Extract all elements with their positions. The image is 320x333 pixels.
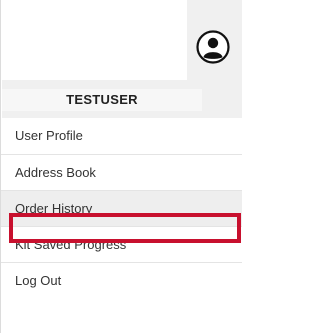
menu-item-order-history[interactable]: Order History <box>1 190 242 226</box>
menu-item-address-book[interactable]: Address Book <box>1 154 242 190</box>
account-dropdown-panel: TESTUSER User Profile Address Book Order… <box>0 0 242 333</box>
account-menu: User Profile Address Book Order History … <box>1 118 242 298</box>
menu-item-kit-saved-progress[interactable]: Kit Saved Progress <box>1 226 242 262</box>
account-header: TESTUSER <box>2 0 242 118</box>
menu-item-user-profile[interactable]: User Profile <box>1 118 242 154</box>
header-blank-area <box>2 0 187 80</box>
menu-item-log-out[interactable]: Log Out <box>1 262 242 298</box>
user-avatar-icon[interactable] <box>196 30 230 64</box>
username-label: TESTUSER <box>2 89 202 111</box>
